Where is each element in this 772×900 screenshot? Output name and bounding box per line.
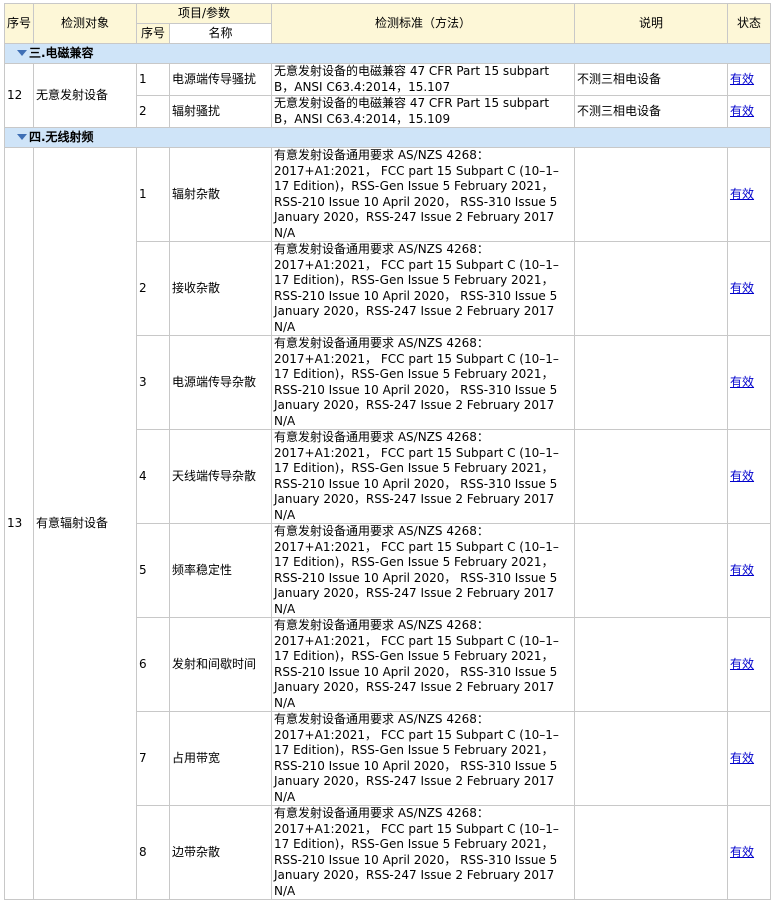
header-param-seq: 序号	[136, 23, 170, 44]
item-no-cell: 7	[136, 711, 170, 806]
item-standard-cell: 有意发射设备通用要求 AS/NZS 4268：2017+A1:2021， FCC…	[271, 335, 576, 430]
section-header[interactable]: 四.无线射频	[3, 127, 772, 148]
item-note-cell	[574, 805, 729, 900]
item-status-cell: 有效	[727, 805, 772, 900]
item-name-cell: 频率稳定性	[168, 523, 273, 618]
table-body: 序号 检测对象 项目/参数 检测标准（方法） 说明 状态 序号 名称 三.电磁兼…	[3, 3, 772, 900]
section-row[interactable]: 四.无线射频	[3, 127, 772, 148]
item-no-cell: 4	[136, 429, 170, 524]
item-no-cell: 8	[136, 805, 170, 900]
item-name-cell: 接收杂散	[168, 241, 273, 336]
item-no-cell: 3	[136, 335, 170, 430]
item-status-cell: 有效	[727, 241, 772, 336]
item-standard-cell: 有意发射设备通用要求 AS/NZS 4268：2017+A1:2021， FCC…	[271, 429, 576, 524]
item-no-cell: 1	[136, 63, 170, 96]
collapse-triangle-icon[interactable]	[17, 133, 27, 140]
item-note-cell: 不测三相电设备	[574, 95, 729, 128]
item-note-cell	[574, 335, 729, 430]
section-title: 三.电磁兼容	[29, 45, 94, 60]
header-status: 状态	[727, 3, 772, 44]
header-param-name: 名称	[168, 23, 273, 44]
item-name-cell: 辐射骚扰	[168, 95, 273, 128]
status-link[interactable]: 有效	[730, 845, 754, 859]
item-status-cell: 有效	[727, 429, 772, 524]
item-name-cell: 辐射杂散	[168, 147, 273, 242]
item-status-cell: 有效	[727, 63, 772, 96]
item-name-cell: 边带杂散	[168, 805, 273, 900]
item-standard-cell: 有意发射设备通用要求 AS/NZS 4268：2017+A1:2021， FCC…	[271, 617, 576, 712]
group-seq-cell: 12	[4, 63, 34, 128]
item-standard-cell: 有意发射设备通用要求 AS/NZS 4268：2017+A1:2021， FCC…	[271, 805, 576, 900]
table-row: 12 无意发射设备 1 电源端传导骚扰 无意发射设备的电磁兼容 47 CFR Part …	[4, 63, 772, 128]
item-name-cell: 占用带宽	[168, 711, 273, 806]
header-row: 序号 检测对象 项目/参数 检测标准（方法） 说明 状态	[4, 3, 772, 44]
group-object-cell: 无意发射设备	[33, 63, 137, 128]
item-name-cell: 天线端传导杂散	[168, 429, 273, 524]
section-row[interactable]: 三.电磁兼容	[3, 43, 772, 64]
status-link[interactable]: 有效	[730, 72, 754, 86]
item-no-cell: 5	[136, 523, 170, 618]
item-status-cell: 有效	[727, 523, 772, 618]
header-note: 说明	[574, 3, 729, 44]
item-name-cell: 电源端传导骚扰	[168, 63, 273, 96]
item-note-cell	[574, 711, 729, 806]
item-standard-cell: 有意发射设备通用要求 AS/NZS 4268：2017+A1:2021， FCC…	[271, 241, 576, 336]
item-no-cell: 6	[136, 617, 170, 712]
status-link[interactable]: 有效	[730, 281, 754, 295]
section-title: 四.无线射频	[29, 129, 94, 144]
status-link[interactable]: 有效	[730, 563, 754, 577]
item-no-cell: 2	[136, 95, 170, 128]
header-standard: 检测标准（方法）	[271, 3, 576, 44]
item-status-cell: 有效	[727, 617, 772, 712]
status-link[interactable]: 有效	[730, 187, 754, 201]
status-link[interactable]: 有效	[730, 751, 754, 765]
status-link[interactable]: 有效	[730, 104, 754, 118]
item-status-cell: 有效	[727, 335, 772, 430]
section-header[interactable]: 三.电磁兼容	[3, 43, 772, 64]
status-link[interactable]: 有效	[730, 469, 754, 483]
item-no-cell: 2	[136, 241, 170, 336]
status-link[interactable]: 有效	[730, 375, 754, 389]
item-note-cell	[574, 523, 729, 618]
item-standard-cell: 有意发射设备通用要求 AS/NZS 4268：2017+A1:2021， FCC…	[271, 523, 576, 618]
table-row: 13 有意辐射设备 1 辐射杂散 有意发射设备通用要求 AS/NZS 4268：2017…	[4, 147, 772, 900]
item-note-cell	[574, 147, 729, 242]
status-link[interactable]: 有效	[730, 657, 754, 671]
group-object-cell: 有意辐射设备	[33, 147, 137, 900]
item-note-cell	[574, 617, 729, 712]
header-seq: 序号	[4, 3, 34, 44]
item-note-cell	[574, 241, 729, 336]
item-standard-cell: 有意发射设备通用要求 AS/NZS 4268：2017+A1:2021， FCC…	[271, 147, 576, 242]
item-status-cell: 有效	[727, 147, 772, 242]
item-status-cell: 有效	[727, 711, 772, 806]
item-no-cell: 1	[136, 147, 170, 242]
item-name-cell: 电源端传导杂散	[168, 335, 273, 430]
item-note-cell	[574, 429, 729, 524]
capability-table: 序号 检测对象 项目/参数 检测标准（方法） 说明 状态 序号 名称 三.电磁兼…	[3, 3, 772, 900]
item-status-cell: 有效	[727, 95, 772, 128]
header-param-group: 项目/参数	[135, 3, 273, 24]
item-standard-cell: 无意发射设备的电磁兼容 47 CFR Part 15 subpart B，ANS…	[271, 95, 576, 128]
header-object: 检测对象	[33, 3, 137, 44]
group-seq-cell: 13	[4, 147, 34, 900]
capability-table-wrapper: 序号 检测对象 项目/参数 检测标准（方法） 说明 状态 序号 名称 三.电磁兼…	[3, 3, 772, 900]
item-standard-cell: 有意发射设备通用要求 AS/NZS 4268：2017+A1:2021， FCC…	[271, 711, 576, 806]
collapse-triangle-icon[interactable]	[17, 49, 27, 56]
item-name-cell: 发射和间歇时间	[168, 617, 273, 712]
item-note-cell: 不测三相电设备	[574, 63, 729, 96]
item-standard-cell: 无意发射设备的电磁兼容 47 CFR Part 15 subpart B，ANS…	[271, 63, 576, 96]
